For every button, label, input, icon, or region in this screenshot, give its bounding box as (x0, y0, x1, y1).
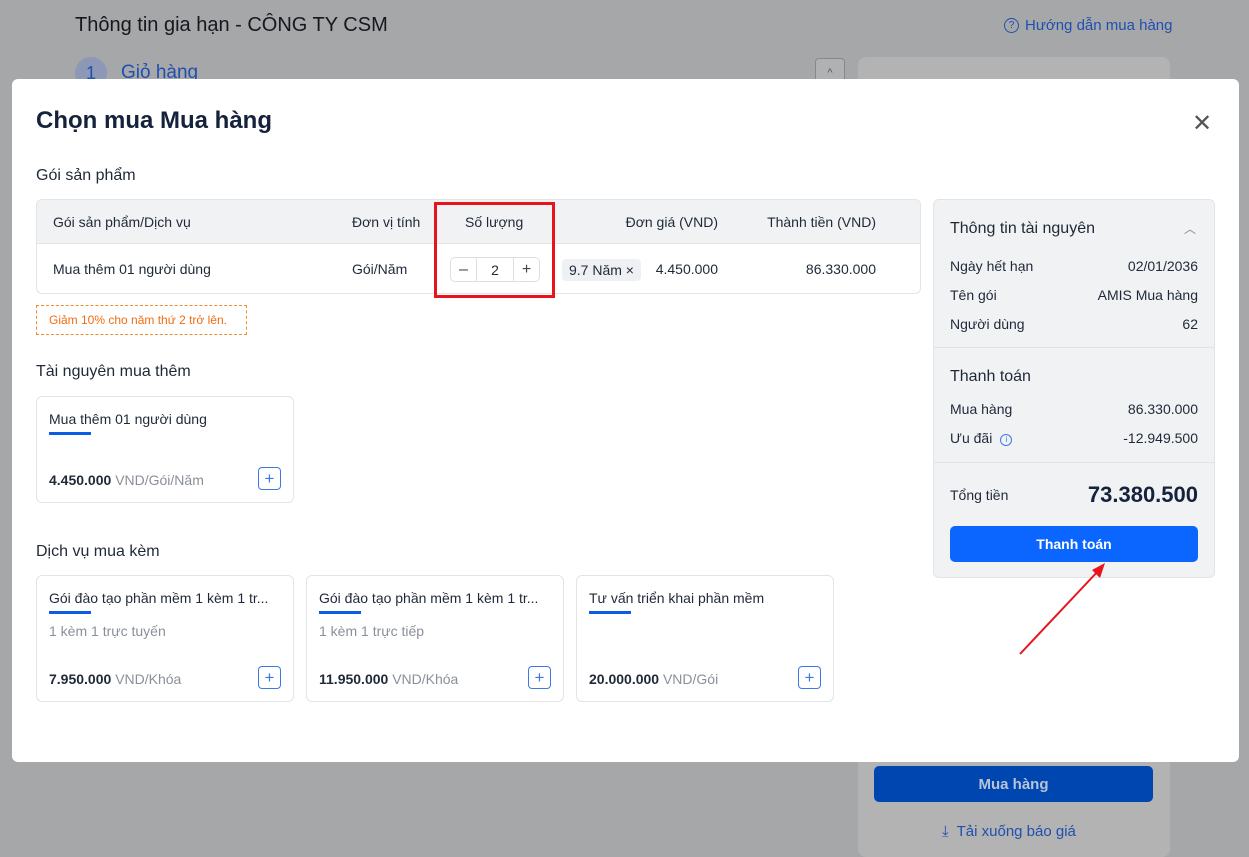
card-name: Mua thêm 01 người dùng (49, 411, 207, 427)
service-card: Gói đào tạo phần mềm 1 kèm 1 tr... 1 kèm… (306, 575, 564, 702)
service-card: Gói đào tạo phần mềm 1 kèm 1 tr... 1 kèm… (36, 575, 294, 702)
summary-title: Thông tin tài nguyên (950, 220, 1095, 237)
product-section-title: Gói sản phẩm (36, 167, 136, 184)
package-row: Tên gói AMIS Mua hàng (950, 287, 1198, 303)
years-chip: 9.7 Năm × (562, 259, 641, 281)
divider (934, 347, 1214, 348)
card-name: Tư vấn triển khai phần mềm (589, 590, 765, 606)
card-price: 20.000.000 VND/Gói (589, 671, 719, 687)
total-row: Tổng tiền 73.380.500 (950, 482, 1198, 507)
purchase-row: Mua hàng 86.330.000 (950, 401, 1198, 417)
col-product: Gói sản phẩm/Dịch vụ (53, 214, 191, 230)
service-section-title: Dịch vụ mua kèm (36, 543, 160, 560)
buy-button[interactable]: Mua hàng (874, 766, 1153, 802)
resource-card: Mua thêm 01 người dùng 4.450.000 VND/Gói… (36, 396, 294, 503)
card-underline (589, 611, 631, 614)
card-price: 7.950.000 VND/Khóa (49, 671, 182, 687)
users-row: Người dùng 62 (950, 316, 1198, 332)
col-total: Thành tiền (VND) (767, 214, 876, 230)
add-icon[interactable]: + (258, 666, 281, 689)
row-unit: Gói/Năm (352, 261, 408, 277)
highlight-annotation (434, 202, 555, 298)
add-icon[interactable]: + (798, 666, 821, 689)
download-icon: ⤓ (942, 823, 949, 840)
download-label: Tải xuống báo giá (956, 823, 1076, 840)
card-name: Gói đào tạo phần mềm 1 kèm 1 tr... (49, 590, 269, 606)
arrow-annotation (1019, 563, 1105, 655)
page-title: Thông tin gia hạn - CÔNG TY CSM (75, 14, 388, 36)
chevron-up-icon[interactable]: ︿ (1184, 220, 1196, 237)
summary-panel: Thông tin tài nguyên ︿ Ngày hết hạn 02/01… (933, 199, 1215, 578)
card-underline (49, 611, 91, 614)
card-price: 11.950.000 VND/Khóa (319, 671, 459, 687)
card-underline (319, 611, 361, 614)
download-quote-link[interactable]: ⤓ Tải xuống báo giá (942, 823, 1076, 840)
question-icon: ? (1004, 18, 1019, 33)
col-price: Đơn giá (VND) (625, 214, 718, 230)
card-sub: 1 kèm 1 trực tuyến (49, 623, 166, 639)
divider (934, 462, 1214, 463)
help-link[interactable]: ? Hướng dẫn mua hàng (1004, 17, 1172, 34)
close-icon[interactable]: ✕ (1192, 109, 1212, 138)
row-price: 4.450.000 (655, 261, 718, 277)
purchase-modal: Chọn mua Mua hàng ✕ Gói sản phẩm Gói sản… (12, 79, 1239, 762)
modal-title: Chọn mua Mua hàng (36, 107, 272, 134)
card-sub: 1 kèm 1 trực tiếp (319, 623, 425, 639)
col-unit: Đơn vị tính (352, 214, 421, 230)
add-icon[interactable]: + (258, 467, 281, 490)
row-product: Mua thêm 01 người dùng (53, 261, 211, 277)
card-underline (49, 432, 91, 435)
expiry-row: Ngày hết hạn 02/01/2036 (950, 258, 1198, 274)
card-price: 4.450.000 VND/Gói/Năm (49, 472, 204, 488)
card-name: Gói đào tạo phần mềm 1 kèm 1 tr... (319, 590, 539, 606)
info-icon[interactable]: i (1000, 433, 1013, 446)
service-card: Tư vấn triển khai phần mềm 20.000.000 VN… (576, 575, 834, 702)
payment-title: Thanh toán (950, 368, 1031, 385)
add-icon[interactable]: + (528, 666, 551, 689)
row-total: 86.330.000 (805, 261, 876, 277)
discount-row: Ưu đãi i -12.949.500 (950, 430, 1198, 446)
pay-button[interactable]: Thanh toán (950, 526, 1198, 562)
promo-badge: Giảm 10% cho năm thứ 2 trở lên. (36, 305, 247, 335)
resource-section-title: Tài nguyên mua thêm (36, 363, 191, 380)
help-label: Hướng dẫn mua hàng (1025, 17, 1173, 34)
